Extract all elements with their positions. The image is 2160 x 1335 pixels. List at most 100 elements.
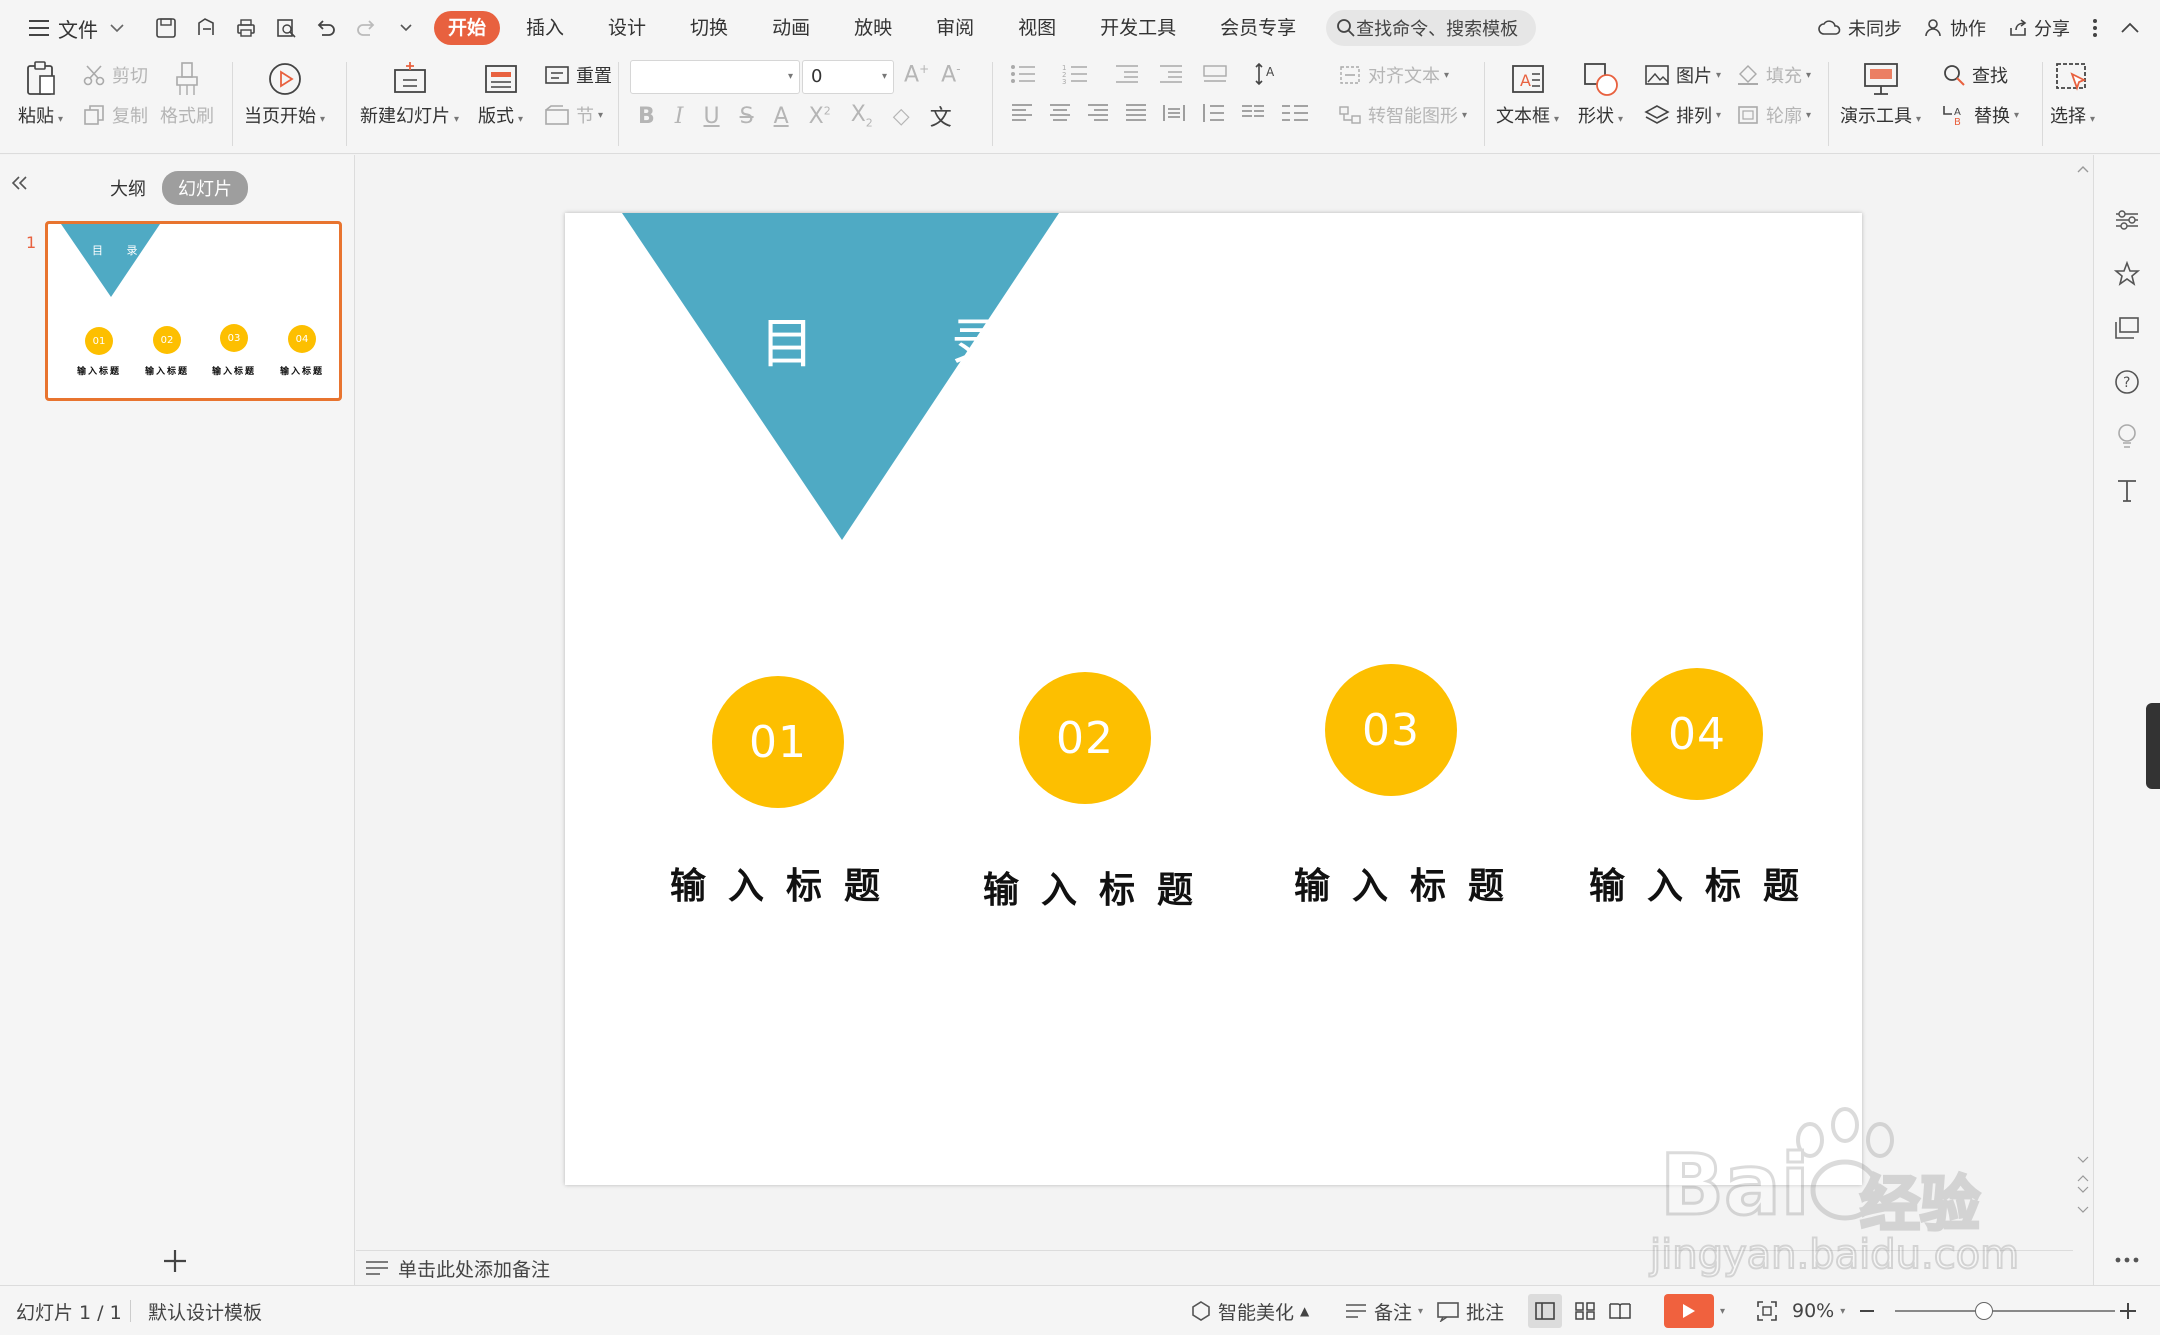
font-color-icon[interactable]: A: [774, 104, 789, 129]
paragraph-spacing-icon[interactable]: [1200, 102, 1226, 124]
justify-icon[interactable]: [1124, 102, 1148, 124]
align-text-button[interactable]: 对齐文本 ▾: [1338, 62, 1449, 88]
font-name-select[interactable]: ▾: [630, 60, 800, 94]
collapse-ribbon-icon[interactable]: [2120, 21, 2140, 35]
tab-home[interactable]: 开始: [434, 11, 501, 45]
template-name[interactable]: 默认设计模板: [148, 1286, 262, 1335]
outline-tab[interactable]: 大纲: [110, 175, 146, 201]
align-right-icon[interactable]: [1086, 102, 1110, 124]
slideshow-button[interactable]: ▾: [1664, 1286, 1725, 1335]
scroll-down-icon[interactable]: [2077, 1155, 2089, 1215]
arrange-button[interactable]: 排列 ▾: [1644, 102, 1721, 128]
tab-member[interactable]: 会员专享: [1202, 11, 1314, 45]
cut-button[interactable]: 剪切: [82, 62, 148, 88]
paste-button[interactable]: 粘贴 ▾: [18, 60, 63, 128]
item-title-3[interactable]: 输入标题: [1290, 857, 1530, 909]
font-size-select[interactable]: 0 ▾: [802, 60, 894, 94]
print-icon[interactable]: [232, 14, 260, 42]
tab-review[interactable]: 审阅: [918, 11, 992, 45]
print-preview-icon[interactable]: [272, 14, 300, 42]
tab-developer[interactable]: 开发工具: [1082, 11, 1194, 45]
reading-view-icon[interactable]: [1608, 1301, 1632, 1321]
number-circle-01[interactable]: 01: [712, 676, 844, 808]
replace-button[interactable]: AB 替换 ▾: [1942, 102, 2019, 128]
shape-button[interactable]: 形状 ▾: [1578, 60, 1623, 128]
underline-icon[interactable]: U: [703, 104, 719, 129]
zoom-slider[interactable]: [1895, 1310, 2115, 1312]
distribute-icon[interactable]: [1162, 102, 1186, 124]
redo-icon[interactable]: [352, 14, 380, 42]
align-left-icon[interactable]: [1010, 102, 1034, 124]
help-icon[interactable]: ?: [2112, 367, 2142, 397]
zoom-in-icon[interactable]: [2118, 1301, 2138, 1321]
bold-icon[interactable]: B: [638, 104, 655, 129]
fill-button[interactable]: 填充 ▾: [1736, 62, 1811, 88]
layout-button[interactable]: 版式 ▾: [478, 60, 523, 128]
customize-toolbar-icon[interactable]: [392, 14, 420, 42]
tab-animation[interactable]: 动画: [754, 11, 828, 45]
file-menu[interactable]: 文件: [20, 8, 132, 48]
star-icon[interactable]: [2112, 259, 2142, 289]
smart-beautify-button[interactable]: 智能美化 ▲: [1190, 1286, 1309, 1335]
slide-canvas[interactable]: 目 录 01 02 03 04 输入标题 输入标题 输入标题 输入标题: [565, 213, 1862, 1185]
smart-shape-button[interactable]: 转智能图形 ▾: [1338, 102, 1467, 128]
slide-library-icon[interactable]: [2112, 313, 2142, 343]
outline-button[interactable]: 轮廓 ▾: [1736, 102, 1811, 128]
tab-design[interactable]: 设计: [590, 11, 664, 45]
bullet-list-icon[interactable]: [1010, 63, 1044, 85]
text-direction-icon[interactable]: [1202, 63, 1236, 85]
slide-title[interactable]: 目 录: [760, 299, 1065, 378]
lightbulb-icon[interactable]: [2112, 421, 2142, 451]
phonetic-guide-icon[interactable]: 文: [930, 100, 952, 132]
eraser-icon[interactable]: ◇: [893, 104, 910, 129]
notes-toggle-button[interactable]: 备注 ▾: [1344, 1286, 1423, 1335]
text-spacing-icon[interactable]: [1280, 102, 1310, 124]
normal-view-icon[interactable]: [1528, 1294, 1562, 1328]
properties-icon[interactable]: [2112, 205, 2142, 235]
numbered-list-icon[interactable]: 123: [1062, 63, 1096, 85]
tab-view[interactable]: 视图: [1000, 11, 1074, 45]
number-circle-03[interactable]: 03: [1325, 664, 1457, 796]
comment-button[interactable]: 批注: [1436, 1286, 1504, 1335]
increase-indent-icon[interactable]: [1158, 63, 1184, 85]
align-center-icon[interactable]: [1048, 102, 1072, 124]
columns-icon[interactable]: [1240, 102, 1266, 124]
decrease-indent-icon[interactable]: [1114, 63, 1140, 85]
tab-insert[interactable]: 插入: [508, 11, 582, 45]
collapse-panel-icon[interactable]: [10, 175, 30, 191]
textbox-button[interactable]: A 文本框 ▾: [1496, 60, 1559, 128]
slides-tab[interactable]: 幻灯片: [162, 171, 248, 205]
text-tool-icon[interactable]: [2112, 475, 2142, 505]
format-painter-button[interactable]: 格式刷: [160, 60, 214, 128]
zoom-control[interactable]: 90% ▾: [1756, 1286, 1845, 1335]
more-menu-icon[interactable]: [2092, 18, 2098, 38]
reset-button[interactable]: 重置: [544, 62, 612, 88]
play-from-current-button[interactable]: 当页开始 ▾: [244, 60, 325, 128]
tab-transition[interactable]: 切换: [672, 11, 746, 45]
item-title-4[interactable]: 输入标题: [1585, 857, 1825, 909]
vertical-scrollbar[interactable]: [2073, 155, 2093, 1250]
find-button[interactable]: 查找: [1942, 62, 2008, 88]
select-button[interactable]: 选择 ▾: [2050, 60, 2095, 128]
zoom-slider-handle[interactable]: [1975, 1302, 1993, 1320]
command-search-input[interactable]: 查找命令、搜索模板: [1326, 10, 1537, 46]
undo-icon[interactable]: [312, 14, 340, 42]
side-tab-handle[interactable]: [2146, 703, 2160, 789]
scroll-up-icon[interactable]: [2077, 165, 2089, 173]
increase-font-icon[interactable]: A+: [904, 62, 929, 87]
new-slide-button[interactable]: 新建幻灯片 ▾: [360, 60, 459, 128]
slide-thumbnail[interactable]: 目 录 01 02 03 04 输入标题 输入标题 输入标题 输入标题: [45, 221, 342, 401]
fit-window-icon[interactable]: [1756, 1300, 1778, 1322]
save-icon[interactable]: [152, 14, 180, 42]
add-slide-icon[interactable]: [162, 1248, 188, 1274]
superscript-icon[interactable]: X2: [809, 104, 831, 129]
share-button[interactable]: 分享: [2008, 15, 2070, 41]
sync-button[interactable]: 未同步: [1818, 15, 1902, 41]
slide-sorter-icon[interactable]: [1574, 1301, 1596, 1321]
zoom-out-icon[interactable]: [1858, 1306, 1876, 1316]
section-button[interactable]: 节 ▾: [544, 102, 603, 128]
item-title-2[interactable]: 输入标题: [979, 861, 1219, 913]
number-circle-04[interactable]: 04: [1631, 668, 1763, 800]
more-options-icon[interactable]: [2112, 1245, 2142, 1275]
decrease-font-icon[interactable]: A-: [941, 62, 960, 87]
